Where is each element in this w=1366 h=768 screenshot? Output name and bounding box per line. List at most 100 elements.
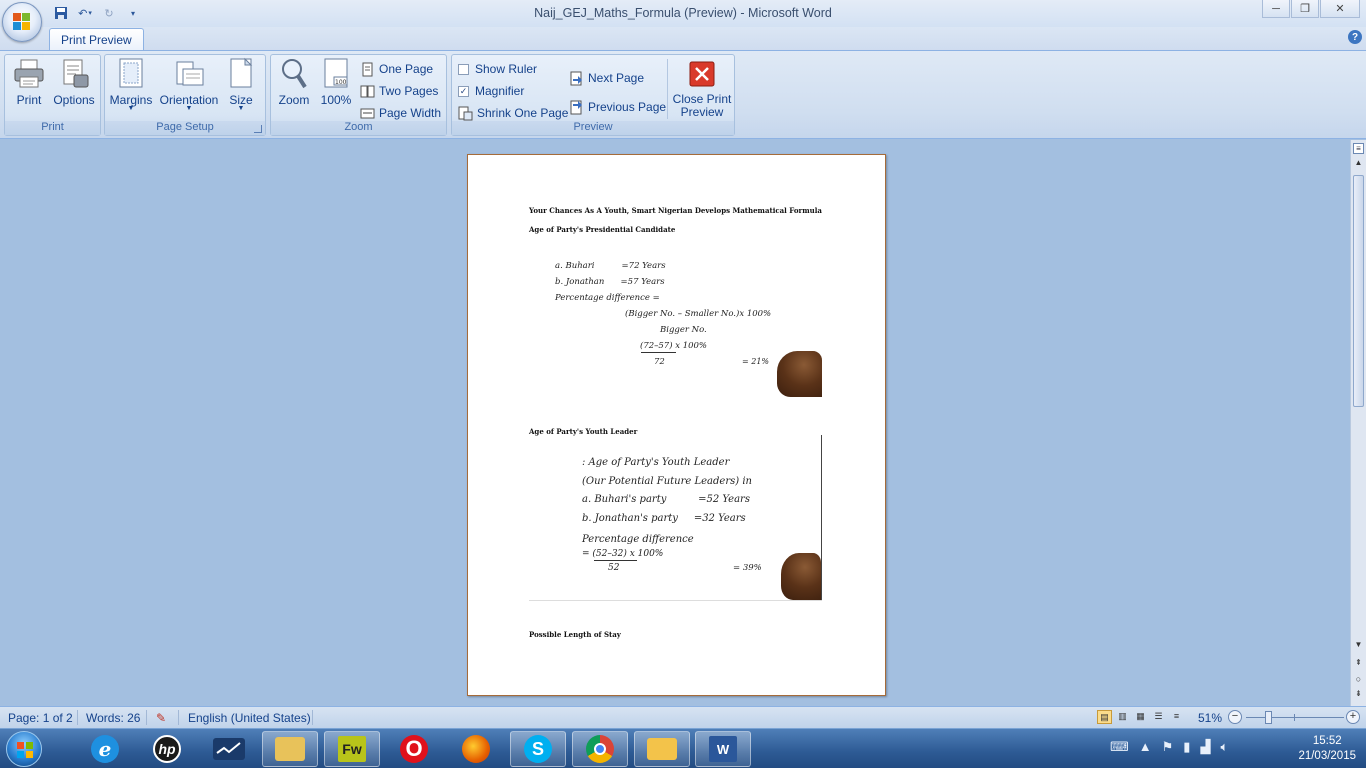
s2-calc-underline <box>594 560 637 561</box>
ruler-toggle-icon[interactable]: ≡ <box>1353 143 1364 154</box>
page-width-button[interactable]: Page Width <box>360 104 441 122</box>
previous-page-button[interactable]: Previous Page <box>569 98 666 116</box>
document-heading: Your Chances As A Youth, Smart Nigerian … <box>529 206 822 215</box>
battery-icon[interactable]: ▮ <box>1183 739 1190 755</box>
help-icon[interactable]: ? <box>1348 30 1362 44</box>
previous-page-icon <box>569 100 584 115</box>
options-button[interactable]: Options <box>52 57 96 107</box>
section-2-heading: Age of Party's Youth Leader <box>529 427 638 436</box>
skype-icon[interactable]: S <box>510 731 566 767</box>
next-page-label: Next Page <box>588 71 645 85</box>
action-center-flag-icon[interactable]: ⚑ <box>1162 739 1174 755</box>
document-workspace: Your Chances As A Youth, Smart Nigerian … <box>0 140 1350 706</box>
page-count[interactable]: Page: 1 of 2 <box>8 711 73 725</box>
shrink-one-page-button[interactable]: Shrink One Page <box>458 104 568 122</box>
page-size-icon <box>225 57 257 91</box>
next-page-button[interactable]: Next Page <box>569 69 644 87</box>
zoom-out-icon[interactable]: − <box>1228 710 1242 724</box>
language[interactable]: English (United States) <box>188 711 311 725</box>
magnifier-icon <box>278 57 310 91</box>
chrome-icon[interactable] <box>572 731 628 767</box>
tab-print-preview[interactable]: Print Preview <box>49 28 144 51</box>
office-button[interactable] <box>2 2 42 42</box>
hp-icon[interactable]: hp <box>139 731 195 767</box>
one-page-label: One Page <box>379 62 434 76</box>
print-layout-view-icon[interactable]: ▤ <box>1097 710 1112 724</box>
opera-icon[interactable]: O <box>386 731 442 767</box>
show-hidden-icons-icon[interactable]: ▲ <box>1139 739 1152 755</box>
document-page[interactable]: Your Chances As A Youth, Smart Nigerian … <box>467 154 886 696</box>
stocks-app-icon[interactable] <box>201 731 257 767</box>
scroll-thumb[interactable] <box>1353 175 1364 407</box>
zoom-100-button[interactable]: 100 100% <box>317 57 355 107</box>
outline-view-icon[interactable]: ☰ <box>1151 710 1166 724</box>
close-red-x-icon <box>689 61 715 87</box>
status-divider <box>178 710 179 725</box>
select-browse-object-icon[interactable]: ○ <box>1351 674 1366 688</box>
s1-calc-top: (72–57) x 100% <box>640 341 708 351</box>
margins-button[interactable]: Margins ▼ <box>108 57 154 112</box>
zoom-level[interactable]: 51% <box>1198 711 1222 725</box>
margins-icon <box>115 57 147 91</box>
web-layout-icon[interactable]: ▦ <box>1133 710 1148 724</box>
s2-calc-top: = (52–32) x 100% <box>582 549 664 559</box>
page-width-icon <box>360 106 375 121</box>
size-button[interactable]: Size ▼ <box>225 57 257 112</box>
keyboard-icon[interactable]: ⌨ <box>1110 739 1129 755</box>
s2-line-3: a. Buhari's party =52 Years <box>582 494 750 505</box>
clock-date: 21/03/2015 <box>1298 750 1356 762</box>
vertical-scrollbar[interactable]: ≡ ▲ ▼ ⇞ ○ ⇟ <box>1350 140 1366 706</box>
word-icon[interactable]: W <box>695 731 751 767</box>
s2-line-5: Percentage difference <box>582 534 694 545</box>
status-bar: Page: 1 of 2 Words: 26 ✎ English (United… <box>0 706 1366 728</box>
preview-separator <box>667 59 668 119</box>
close-print-preview-button[interactable]: Close Print Preview <box>670 57 734 119</box>
one-page-icon <box>360 62 375 77</box>
proofing-icon[interactable]: ✎ <box>156 711 166 725</box>
close-print-label-2: Preview <box>680 105 724 119</box>
page-setup-group-label: Page Setup <box>105 121 265 135</box>
maximize-button[interactable]: ❐ <box>1291 0 1319 18</box>
s1-line-2: b. Jonathan =57 Years <box>555 277 665 287</box>
one-page-button[interactable]: One Page <box>360 60 433 78</box>
office-logo-icon <box>13 13 31 31</box>
fireworks-icon[interactable]: Fw <box>324 731 380 767</box>
print-button[interactable]: Print <box>9 57 49 107</box>
close-button[interactable]: ✕ <box>1320 0 1360 18</box>
outlook-icon[interactable] <box>634 731 690 767</box>
word-count[interactable]: Words: 26 <box>86 711 140 725</box>
draft-view-icon[interactable]: ≡ <box>1169 710 1184 724</box>
next-page-browse-icon[interactable]: ⇟ <box>1351 689 1366 703</box>
magnifier-label: Magnifier <box>475 84 525 98</box>
s1-calc-underline <box>641 352 676 353</box>
zoom-slider[interactable] <box>1246 711 1344 724</box>
s1-result: = 21% <box>742 357 770 366</box>
file-explorer-icon[interactable] <box>262 731 318 767</box>
magnifier-checkbox[interactable]: ✓ Magnifier <box>458 82 524 100</box>
status-divider <box>77 710 78 725</box>
page-setup-launcher-icon[interactable] <box>254 125 262 133</box>
zoom-slider-thumb[interactable] <box>1265 711 1272 724</box>
clock[interactable]: 15:52 21/03/2015 <box>1298 734 1356 764</box>
internet-explorer-icon[interactable]: e <box>77 731 133 767</box>
show-ruler-label: Show Ruler <box>475 62 538 76</box>
zoom-button[interactable]: Zoom <box>275 57 313 107</box>
orientation-button[interactable]: Orientation ▼ <box>156 57 222 112</box>
full-screen-reading-icon[interactable]: ▥ <box>1115 710 1130 724</box>
two-pages-button[interactable]: Two Pages <box>360 82 438 100</box>
window-controls: ─ ❐ ✕ <box>1261 0 1360 18</box>
orientation-icon <box>173 57 205 91</box>
volume-icon[interactable]: 🔈︎ <box>1220 739 1228 755</box>
scroll-down-icon[interactable]: ▼ <box>1351 640 1366 654</box>
network-signal-icon[interactable]: ▟ <box>1200 739 1210 755</box>
minimize-button[interactable]: ─ <box>1262 0 1290 18</box>
two-pages-label: Two Pages <box>379 84 439 98</box>
show-ruler-checkbox[interactable]: Show Ruler <box>458 60 537 78</box>
previous-page-browse-icon[interactable]: ⇞ <box>1351 658 1366 672</box>
start-orb-icon[interactable] <box>6 731 42 767</box>
shrink-one-page-label: Shrink One Page <box>477 106 569 120</box>
zoom-in-icon[interactable]: + <box>1346 710 1360 724</box>
options-label: Options <box>53 93 95 107</box>
firefox-icon[interactable] <box>448 731 504 767</box>
scroll-up-icon[interactable]: ▲ <box>1351 158 1366 172</box>
